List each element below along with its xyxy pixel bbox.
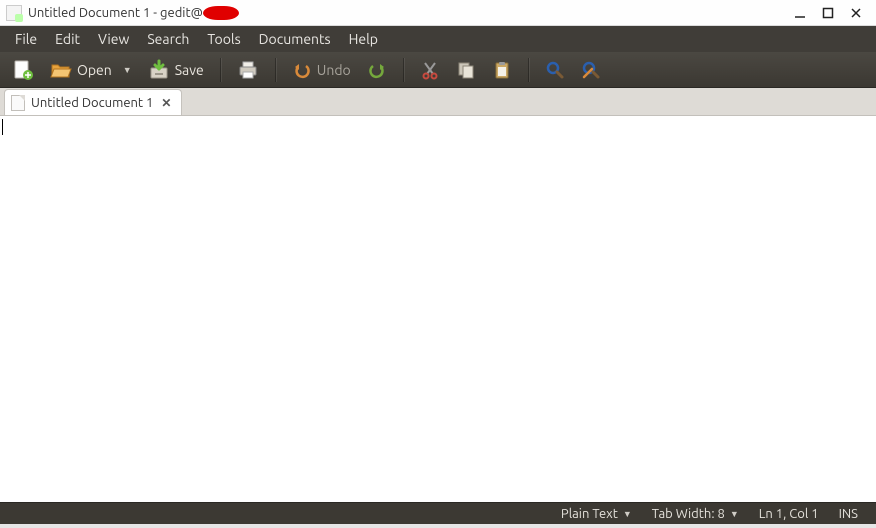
close-icon <box>850 7 862 19</box>
document-tab[interactable]: Untitled Document 1 ✕ <box>4 89 182 115</box>
cursor-position: Ln 1, Col 1 <box>749 507 829 521</box>
document-icon <box>11 95 25 111</box>
toolbar-separator <box>403 58 404 82</box>
menu-documents[interactable]: Documents <box>250 28 340 50</box>
cut-button[interactable] <box>414 56 446 84</box>
toolbar-separator <box>275 58 276 82</box>
dropdown-caret-icon: ▼ <box>730 509 739 519</box>
find-replace-button[interactable] <box>575 56 607 84</box>
menu-file[interactable]: File <box>6 28 46 50</box>
tabbar: Untitled Document 1 ✕ <box>0 88 876 116</box>
find-replace-icon <box>581 60 601 80</box>
menu-help[interactable]: Help <box>340 28 387 50</box>
minimize-button[interactable] <box>786 3 814 23</box>
redacted-hostname <box>203 6 239 20</box>
menubar: File Edit View Search Tools Documents He… <box>0 26 876 52</box>
paste-icon <box>492 60 512 80</box>
menu-edit[interactable]: Edit <box>46 28 89 50</box>
syntax-mode-label: Plain Text <box>561 507 618 521</box>
open-label: Open <box>77 62 112 78</box>
toolbar-separator <box>220 58 221 82</box>
copy-button[interactable] <box>450 56 482 84</box>
save-label: Save <box>175 62 204 78</box>
print-button[interactable] <box>231 56 265 84</box>
window-title: Untitled Document 1 - gedit@ <box>28 6 203 20</box>
toolbar-separator <box>528 58 529 82</box>
menu-view[interactable]: View <box>89 28 138 50</box>
undo-icon <box>292 60 312 80</box>
undo-button[interactable]: Undo <box>286 56 357 84</box>
tab-close-button[interactable]: ✕ <box>159 96 173 110</box>
tab-width-selector[interactable]: Tab Width: 8 ▼ <box>642 507 749 521</box>
undo-label: Undo <box>317 62 351 78</box>
new-document-icon <box>12 59 34 81</box>
toolbar: Open ▼ Save Undo <box>0 52 876 88</box>
maximize-icon <box>822 7 834 19</box>
bottom-strip <box>0 524 876 528</box>
syntax-mode-selector[interactable]: Plain Text ▼ <box>551 507 642 521</box>
statusbar: Plain Text ▼ Tab Width: 8 ▼ Ln 1, Col 1 … <box>0 502 876 524</box>
titlebar: Untitled Document 1 - gedit@ <box>0 0 876 26</box>
find-button[interactable] <box>539 56 571 84</box>
dropdown-caret-icon: ▼ <box>623 509 632 519</box>
save-icon <box>148 59 170 81</box>
paste-button[interactable] <box>486 56 518 84</box>
close-button[interactable] <box>842 3 870 23</box>
maximize-button[interactable] <box>814 3 842 23</box>
text-cursor <box>2 119 3 135</box>
menu-search[interactable]: Search <box>138 28 198 50</box>
print-icon <box>237 59 259 81</box>
tab-label: Untitled Document 1 <box>31 96 153 110</box>
redo-icon <box>367 60 387 80</box>
tab-width-label: Tab Width: 8 <box>652 507 725 521</box>
insert-mode-indicator[interactable]: INS <box>829 507 868 521</box>
cut-icon <box>420 60 440 80</box>
menu-tools[interactable]: Tools <box>198 28 249 50</box>
search-icon <box>545 60 565 80</box>
redo-button[interactable] <box>361 56 393 84</box>
open-button[interactable]: Open ▼ <box>44 56 138 84</box>
new-document-button[interactable] <box>6 56 40 84</box>
editor-area[interactable] <box>0 116 876 502</box>
folder-open-icon <box>50 59 72 81</box>
minimize-icon <box>794 7 806 19</box>
copy-icon <box>456 60 476 80</box>
gedit-app-icon <box>6 5 22 21</box>
open-dropdown-caret[interactable]: ▼ <box>123 65 132 75</box>
save-button[interactable]: Save <box>142 56 210 84</box>
